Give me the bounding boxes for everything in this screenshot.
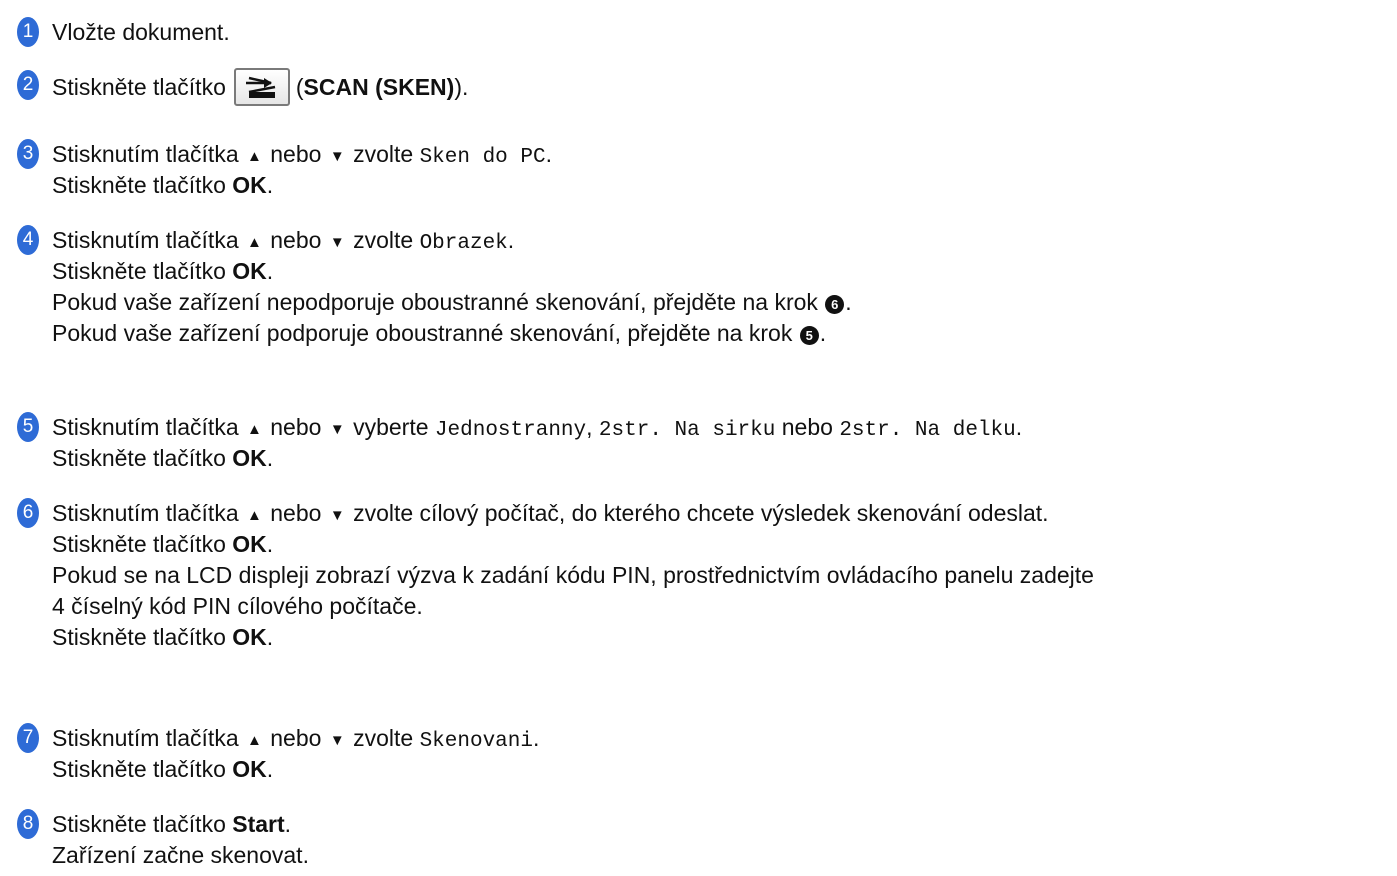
menu-option: 2str. Na sirku bbox=[598, 419, 776, 442]
up-arrow-icon: ▲ bbox=[247, 234, 262, 251]
step-number-badge: 7 bbox=[17, 723, 39, 753]
menu-option: 2str. Na delku bbox=[839, 419, 1016, 442]
ok-key-label: OK bbox=[232, 756, 267, 782]
step-text: Stiskněte tlačítko bbox=[52, 74, 226, 101]
down-arrow-icon: ▼ bbox=[329, 234, 345, 251]
start-key-label: Start bbox=[232, 811, 285, 837]
down-arrow-icon: ▼ bbox=[329, 421, 345, 438]
step-number-badge: 4 bbox=[17, 225, 39, 255]
step-text: Vložte dokument. bbox=[52, 19, 230, 45]
up-arrow-icon: ▲ bbox=[247, 732, 262, 749]
ok-key-label: OK bbox=[232, 531, 267, 557]
up-arrow-icon: ▲ bbox=[247, 148, 262, 165]
step-text: 4 číselný kód PIN cílového počítače. bbox=[52, 593, 423, 619]
step-text: Zařízení začne skenovat. bbox=[52, 842, 309, 868]
step-text: Pokud se na LCD displeji zobrazí výzva k… bbox=[52, 562, 1094, 588]
scan-key-icon bbox=[233, 68, 290, 106]
ok-key-label: OK bbox=[232, 172, 267, 198]
menu-option: Jednostranny bbox=[434, 419, 587, 442]
menu-option: Obrazek bbox=[419, 232, 508, 255]
down-arrow-icon: ▼ bbox=[329, 732, 345, 749]
step-number-badge: 2 bbox=[17, 70, 39, 100]
menu-option: Sken do PC bbox=[419, 146, 546, 169]
step-reference-6[interactable]: 6 bbox=[825, 295, 845, 314]
step-number-badge: 8 bbox=[17, 809, 39, 839]
step-number-badge: 1 bbox=[17, 17, 39, 47]
scan-key-label: SCAN (SKEN) bbox=[303, 74, 455, 101]
ok-key-label: OK bbox=[232, 445, 267, 471]
down-arrow-icon: ▼ bbox=[329, 507, 345, 524]
step-number-badge: 5 bbox=[17, 412, 39, 442]
step-number-badge: 3 bbox=[17, 139, 39, 169]
step-number-badge: 6 bbox=[17, 498, 39, 528]
up-arrow-icon: ▲ bbox=[247, 421, 262, 438]
ok-key-label: OK bbox=[232, 624, 267, 650]
down-arrow-icon: ▼ bbox=[329, 148, 345, 165]
ok-key-label: OK bbox=[232, 258, 267, 284]
menu-option: Skenovani bbox=[419, 730, 533, 753]
up-arrow-icon: ▲ bbox=[247, 507, 262, 524]
step-reference-5[interactable]: 5 bbox=[799, 326, 819, 345]
